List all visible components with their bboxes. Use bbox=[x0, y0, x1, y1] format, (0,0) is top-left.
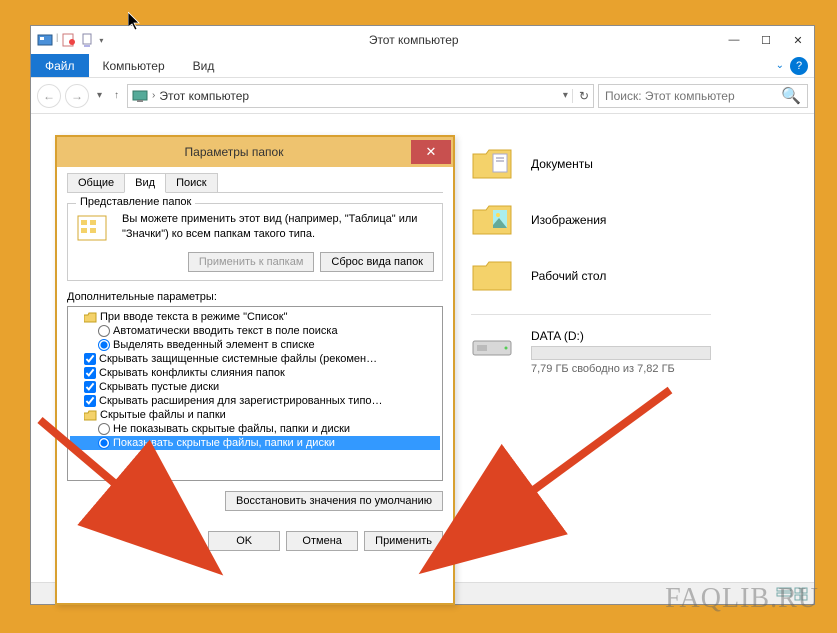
folder-item[interactable]: Документы bbox=[471, 146, 711, 182]
checkbox[interactable] bbox=[84, 353, 96, 365]
back-button[interactable]: ← bbox=[37, 84, 61, 108]
system-icon bbox=[37, 32, 53, 48]
titlebar[interactable]: | ▾ Этот компьютер — ☐ ✕ bbox=[31, 26, 814, 54]
dialog-close-button[interactable]: ✕ bbox=[411, 140, 451, 164]
search-input[interactable] bbox=[605, 89, 777, 103]
tree-option-selected[interactable]: Показывать скрытые файлы, папки и диски bbox=[70, 436, 440, 450]
folder-views-icon bbox=[76, 212, 112, 244]
close-button[interactable]: ✕ bbox=[782, 29, 814, 51]
computer-icon bbox=[132, 88, 148, 104]
folder-icon bbox=[84, 410, 97, 421]
checkbox[interactable] bbox=[84, 367, 96, 379]
tree-option[interactable]: Скрывать защищенные системные файлы (рек… bbox=[70, 352, 440, 366]
ribbon-expand-icon[interactable]: ⌄ bbox=[776, 60, 784, 71]
computer-tab[interactable]: Компьютер bbox=[89, 55, 179, 77]
breadcrumb-chevron[interactable]: › bbox=[152, 90, 155, 101]
radio[interactable] bbox=[98, 325, 110, 337]
documents-folder-icon bbox=[471, 146, 513, 182]
qat-separator: | bbox=[56, 32, 58, 48]
watermark: FAQLIB.RU bbox=[665, 583, 819, 615]
checkbox[interactable] bbox=[84, 395, 96, 407]
address-bar[interactable]: › Этот компьютер ▾ ↻ bbox=[127, 84, 594, 108]
properties-icon[interactable] bbox=[61, 32, 77, 48]
folder-views-group: Представление папок Вы можете применить … bbox=[67, 203, 443, 281]
drive-item[interactable]: DATA (D:) 7,79 ГБ свободно из 7,82 ГБ bbox=[471, 329, 711, 375]
radio[interactable] bbox=[98, 423, 110, 435]
desktop-folder-icon bbox=[471, 258, 513, 294]
tree-node[interactable]: При вводе текста в режиме "Список" bbox=[70, 310, 440, 324]
up-button[interactable]: ↑ bbox=[110, 90, 123, 101]
dialog-titlebar[interactable]: Параметры папок ✕ bbox=[57, 137, 453, 167]
drive-space-bar bbox=[531, 346, 711, 360]
tree-option[interactable]: Выделять введенный элемент в списке bbox=[70, 338, 440, 352]
tree-node[interactable]: Скрытые файлы и папки bbox=[70, 408, 440, 422]
tree-option[interactable]: Скрывать конфликты слияния папок bbox=[70, 366, 440, 380]
group-description: Вы можете применить этот вид (например, … bbox=[122, 212, 434, 244]
advanced-settings-tree[interactable]: При вводе текста в режиме "Список" Автом… bbox=[67, 306, 443, 481]
folder-options-dialog: Параметры папок ✕ Общие Вид Поиск Предст… bbox=[55, 135, 455, 605]
drive-label: DATA (D:) bbox=[531, 329, 711, 343]
dialog-tabs: Общие Вид Поиск bbox=[67, 173, 443, 193]
tab-search[interactable]: Поиск bbox=[165, 173, 217, 192]
forward-button[interactable]: → bbox=[65, 84, 89, 108]
advanced-label: Дополнительные параметры: bbox=[67, 291, 443, 303]
tree-option[interactable]: Скрывать расширения для зарегистрированн… bbox=[70, 394, 440, 408]
radio[interactable] bbox=[98, 437, 110, 449]
address-dropdown[interactable]: ▾ bbox=[563, 90, 568, 101]
folder-icon bbox=[84, 312, 97, 323]
pictures-folder-icon bbox=[471, 202, 513, 238]
tree-option[interactable]: Не показывать скрытые файлы, папки и дис… bbox=[70, 422, 440, 436]
view-tab[interactable]: Вид bbox=[179, 55, 229, 77]
drive-status: 7,79 ГБ свободно из 7,82 ГБ bbox=[531, 363, 711, 375]
tab-view[interactable]: Вид bbox=[124, 173, 166, 193]
qat-dropdown-icon[interactable] bbox=[80, 32, 96, 48]
folder-label: Изображения bbox=[531, 213, 606, 227]
address-text[interactable]: Этот компьютер bbox=[159, 89, 559, 103]
search-icon[interactable]: 🔍 bbox=[781, 86, 801, 106]
qat-chevron[interactable]: ▾ bbox=[99, 32, 103, 48]
ribbon-tabs: Файл Компьютер Вид ⌄ ? bbox=[31, 54, 814, 78]
radio[interactable] bbox=[98, 339, 110, 351]
folder-item[interactable]: Рабочий стол bbox=[471, 258, 711, 294]
folder-item[interactable]: Изображения bbox=[471, 202, 711, 238]
tree-option[interactable]: Скрывать пустые диски bbox=[70, 380, 440, 394]
cancel-button[interactable]: Отмена bbox=[286, 531, 358, 551]
checkbox[interactable] bbox=[84, 381, 96, 393]
group-label: Представление папок bbox=[76, 196, 195, 208]
restore-defaults-button[interactable]: Восстановить значения по умолчанию bbox=[225, 491, 443, 511]
maximize-button[interactable]: ☐ bbox=[750, 29, 782, 51]
dialog-title: Параметры папок bbox=[57, 145, 411, 159]
tree-option[interactable]: Автоматически вводить текст в поле поиск… bbox=[70, 324, 440, 338]
reset-folders-button[interactable]: Сброс вида папок bbox=[320, 252, 434, 272]
apply-button[interactable]: Применить bbox=[364, 531, 443, 551]
minimize-button[interactable]: — bbox=[718, 29, 750, 51]
apply-to-folders-button[interactable]: Применить к папкам bbox=[188, 252, 315, 272]
search-box[interactable]: 🔍 bbox=[598, 84, 808, 108]
file-tab[interactable]: Файл bbox=[31, 54, 89, 77]
history-dropdown[interactable]: ▾ bbox=[93, 90, 106, 101]
ok-button[interactable]: OK bbox=[208, 531, 280, 551]
folder-label: Документы bbox=[531, 157, 593, 171]
window-title: Этот компьютер bbox=[109, 33, 718, 47]
drive-icon bbox=[471, 329, 513, 361]
folder-label: Рабочий стол bbox=[531, 269, 606, 283]
tab-general[interactable]: Общие bbox=[67, 173, 125, 192]
refresh-button[interactable]: ↻ bbox=[572, 89, 589, 103]
mouse-cursor bbox=[128, 12, 144, 32]
help-icon[interactable]: ? bbox=[790, 57, 808, 75]
navigation-bar: ← → ▾ ↑ › Этот компьютер ▾ ↻ 🔍 bbox=[31, 78, 814, 114]
